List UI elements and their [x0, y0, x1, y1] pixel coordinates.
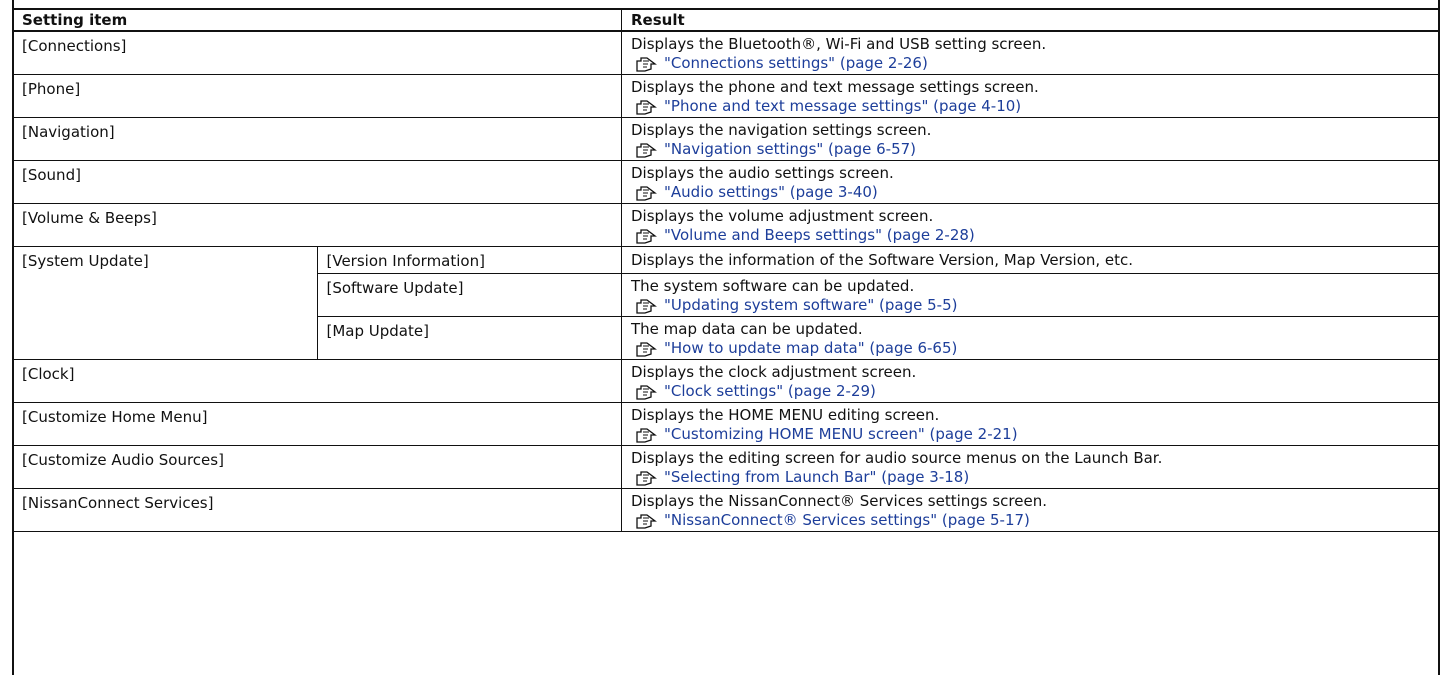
result-cell: Displays the editing screen for audio so…	[621, 445, 1440, 489]
reference-link-text: "Selecting from Launch Bar" (page 3-18)	[664, 468, 970, 486]
reference-link-text: "Navigation settings" (page 6-57)	[664, 140, 917, 158]
result-text: Displays the phone and text message sett…	[631, 78, 1039, 96]
setting-item-system-update: [System Update]	[12, 246, 318, 360]
reference-icon	[636, 298, 657, 314]
table-row: [Customize Audio Sources] Displays the e…	[12, 445, 1440, 489]
setting-item-phone: [Phone]	[12, 74, 622, 118]
reference-icon	[636, 384, 657, 400]
setting-item-navigation: [Navigation]	[12, 117, 622, 161]
reference-link-text: "Clock settings" (page 2-29)	[664, 382, 876, 400]
setting-item-customize-audio-sources: [Customize Audio Sources]	[12, 445, 622, 489]
table-row: [System Update] [Version Information] Di…	[12, 246, 1440, 360]
header-setting-item: Setting item	[12, 8, 622, 32]
result-text: Displays the HOME MENU editing screen.	[631, 406, 940, 424]
table-row: [Connections] Displays the Bluetooth®, W…	[12, 30, 1440, 75]
reference-link[interactable]: "Clock settings" (page 2-29)	[635, 382, 1439, 401]
table-row: [Volume & Beeps] Displays the volume adj…	[12, 203, 1440, 247]
table-row: [Clock] Displays the clock adjustment sc…	[12, 359, 1440, 403]
result-cell: The map data can be updated. "How to upd…	[621, 316, 1440, 360]
result-text: Displays the volume adjustment screen.	[631, 207, 934, 225]
header-result: Result	[621, 8, 1440, 32]
reference-icon	[636, 99, 657, 115]
reference-link[interactable]: "Audio settings" (page 3-40)	[635, 183, 1439, 202]
reference-icon	[636, 341, 657, 357]
reference-link-text: "How to update map data" (page 6-65)	[664, 339, 958, 357]
table-row: [Sound] Displays the audio settings scre…	[12, 160, 1440, 204]
reference-icon	[636, 470, 657, 486]
settings-table-frame: Setting item Result [Connections] Displa…	[12, 0, 1440, 675]
reference-icon	[636, 228, 657, 244]
setting-item-nissanconnect-services: [NissanConnect Services]	[12, 488, 622, 532]
result-cell: The system software can be updated. "Upd…	[621, 273, 1440, 317]
reference-icon	[636, 185, 657, 201]
setting-item-connections: [Connections]	[12, 30, 622, 75]
setting-item-customize-home-menu: [Customize Home Menu]	[12, 402, 622, 446]
settings-table: Setting item Result [Connections] Displa…	[12, 8, 1440, 532]
result-cell: Displays the information of the Software…	[621, 246, 1440, 274]
result-cell: Displays the navigation settings screen.…	[621, 117, 1440, 161]
result-cell: Displays the volume adjustment screen. "…	[621, 203, 1440, 247]
reference-link[interactable]: "NissanConnect® Services settings" (page…	[635, 511, 1439, 530]
setting-subitem-version-information: [Version Information]	[316, 246, 622, 274]
result-cell: Displays the phone and text message sett…	[621, 74, 1440, 118]
reference-link[interactable]: "Phone and text message settings" (page …	[635, 97, 1439, 116]
reference-link-text: "Connections settings" (page 2-26)	[664, 54, 928, 72]
result-text: Displays the clock adjustment screen.	[631, 363, 917, 381]
reference-link-text: "Updating system software" (page 5-5)	[664, 296, 958, 314]
reference-link-text: "Customizing HOME MENU screen" (page 2-2…	[664, 425, 1018, 443]
result-text: Displays the editing screen for audio so…	[631, 449, 1163, 467]
setting-item-volume-beeps: [Volume & Beeps]	[12, 203, 622, 247]
reference-link[interactable]: "Connections settings" (page 2-26)	[635, 54, 1439, 73]
reference-link[interactable]: "Updating system software" (page 5-5)	[635, 296, 1439, 315]
table-header-row: Setting item Result	[12, 8, 1440, 32]
reference-link-text: "Volume and Beeps settings" (page 2-28)	[664, 226, 975, 244]
setting-item-sound: [Sound]	[12, 160, 622, 204]
result-text: Displays the NissanConnect® Services set…	[631, 492, 1048, 510]
reference-link[interactable]: "Navigation settings" (page 6-57)	[635, 140, 1439, 159]
table-row: [Navigation] Displays the navigation set…	[12, 117, 1440, 161]
reference-icon	[636, 56, 657, 72]
result-cell: Displays the HOME MENU editing screen. "…	[621, 402, 1440, 446]
reference-link[interactable]: "Volume and Beeps settings" (page 2-28)	[635, 226, 1439, 245]
reference-link-text: "Phone and text message settings" (page …	[664, 97, 1022, 115]
result-cell: Displays the NissanConnect® Services set…	[621, 488, 1440, 532]
reference-link[interactable]: "How to update map data" (page 6-65)	[635, 339, 1439, 358]
setting-subitem-software-update: [Software Update]	[316, 273, 622, 317]
table-row: [NissanConnect Services] Displays the Ni…	[12, 488, 1440, 532]
result-text: Displays the audio settings screen.	[631, 164, 894, 182]
table-row: [Phone] Displays the phone and text mess…	[12, 74, 1440, 118]
table-row: [Customize Home Menu] Displays the HOME …	[12, 402, 1440, 446]
setting-subitem-map-update: [Map Update]	[316, 316, 622, 360]
reference-icon	[636, 513, 657, 529]
result-text: Displays the information of the Software…	[631, 251, 1134, 269]
setting-item-clock: [Clock]	[12, 359, 622, 403]
result-text: Displays the Bluetooth®, Wi-Fi and USB s…	[631, 35, 1047, 53]
reference-icon	[636, 427, 657, 443]
result-text: The system software can be updated.	[631, 277, 915, 295]
result-cell: Displays the Bluetooth®, Wi-Fi and USB s…	[621, 30, 1440, 75]
result-cell: Displays the audio settings screen. "Aud…	[621, 160, 1440, 204]
result-text: Displays the navigation settings screen.	[631, 121, 932, 139]
reference-link-text: "Audio settings" (page 3-40)	[664, 183, 878, 201]
result-text: The map data can be updated.	[631, 320, 863, 338]
reference-link[interactable]: "Selecting from Launch Bar" (page 3-18)	[635, 468, 1439, 487]
reference-link-text: "NissanConnect® Services settings" (page…	[664, 511, 1030, 529]
reference-link[interactable]: "Customizing HOME MENU screen" (page 2-2…	[635, 425, 1439, 444]
reference-icon	[636, 142, 657, 158]
result-cell: Displays the clock adjustment screen. "C…	[621, 359, 1440, 403]
